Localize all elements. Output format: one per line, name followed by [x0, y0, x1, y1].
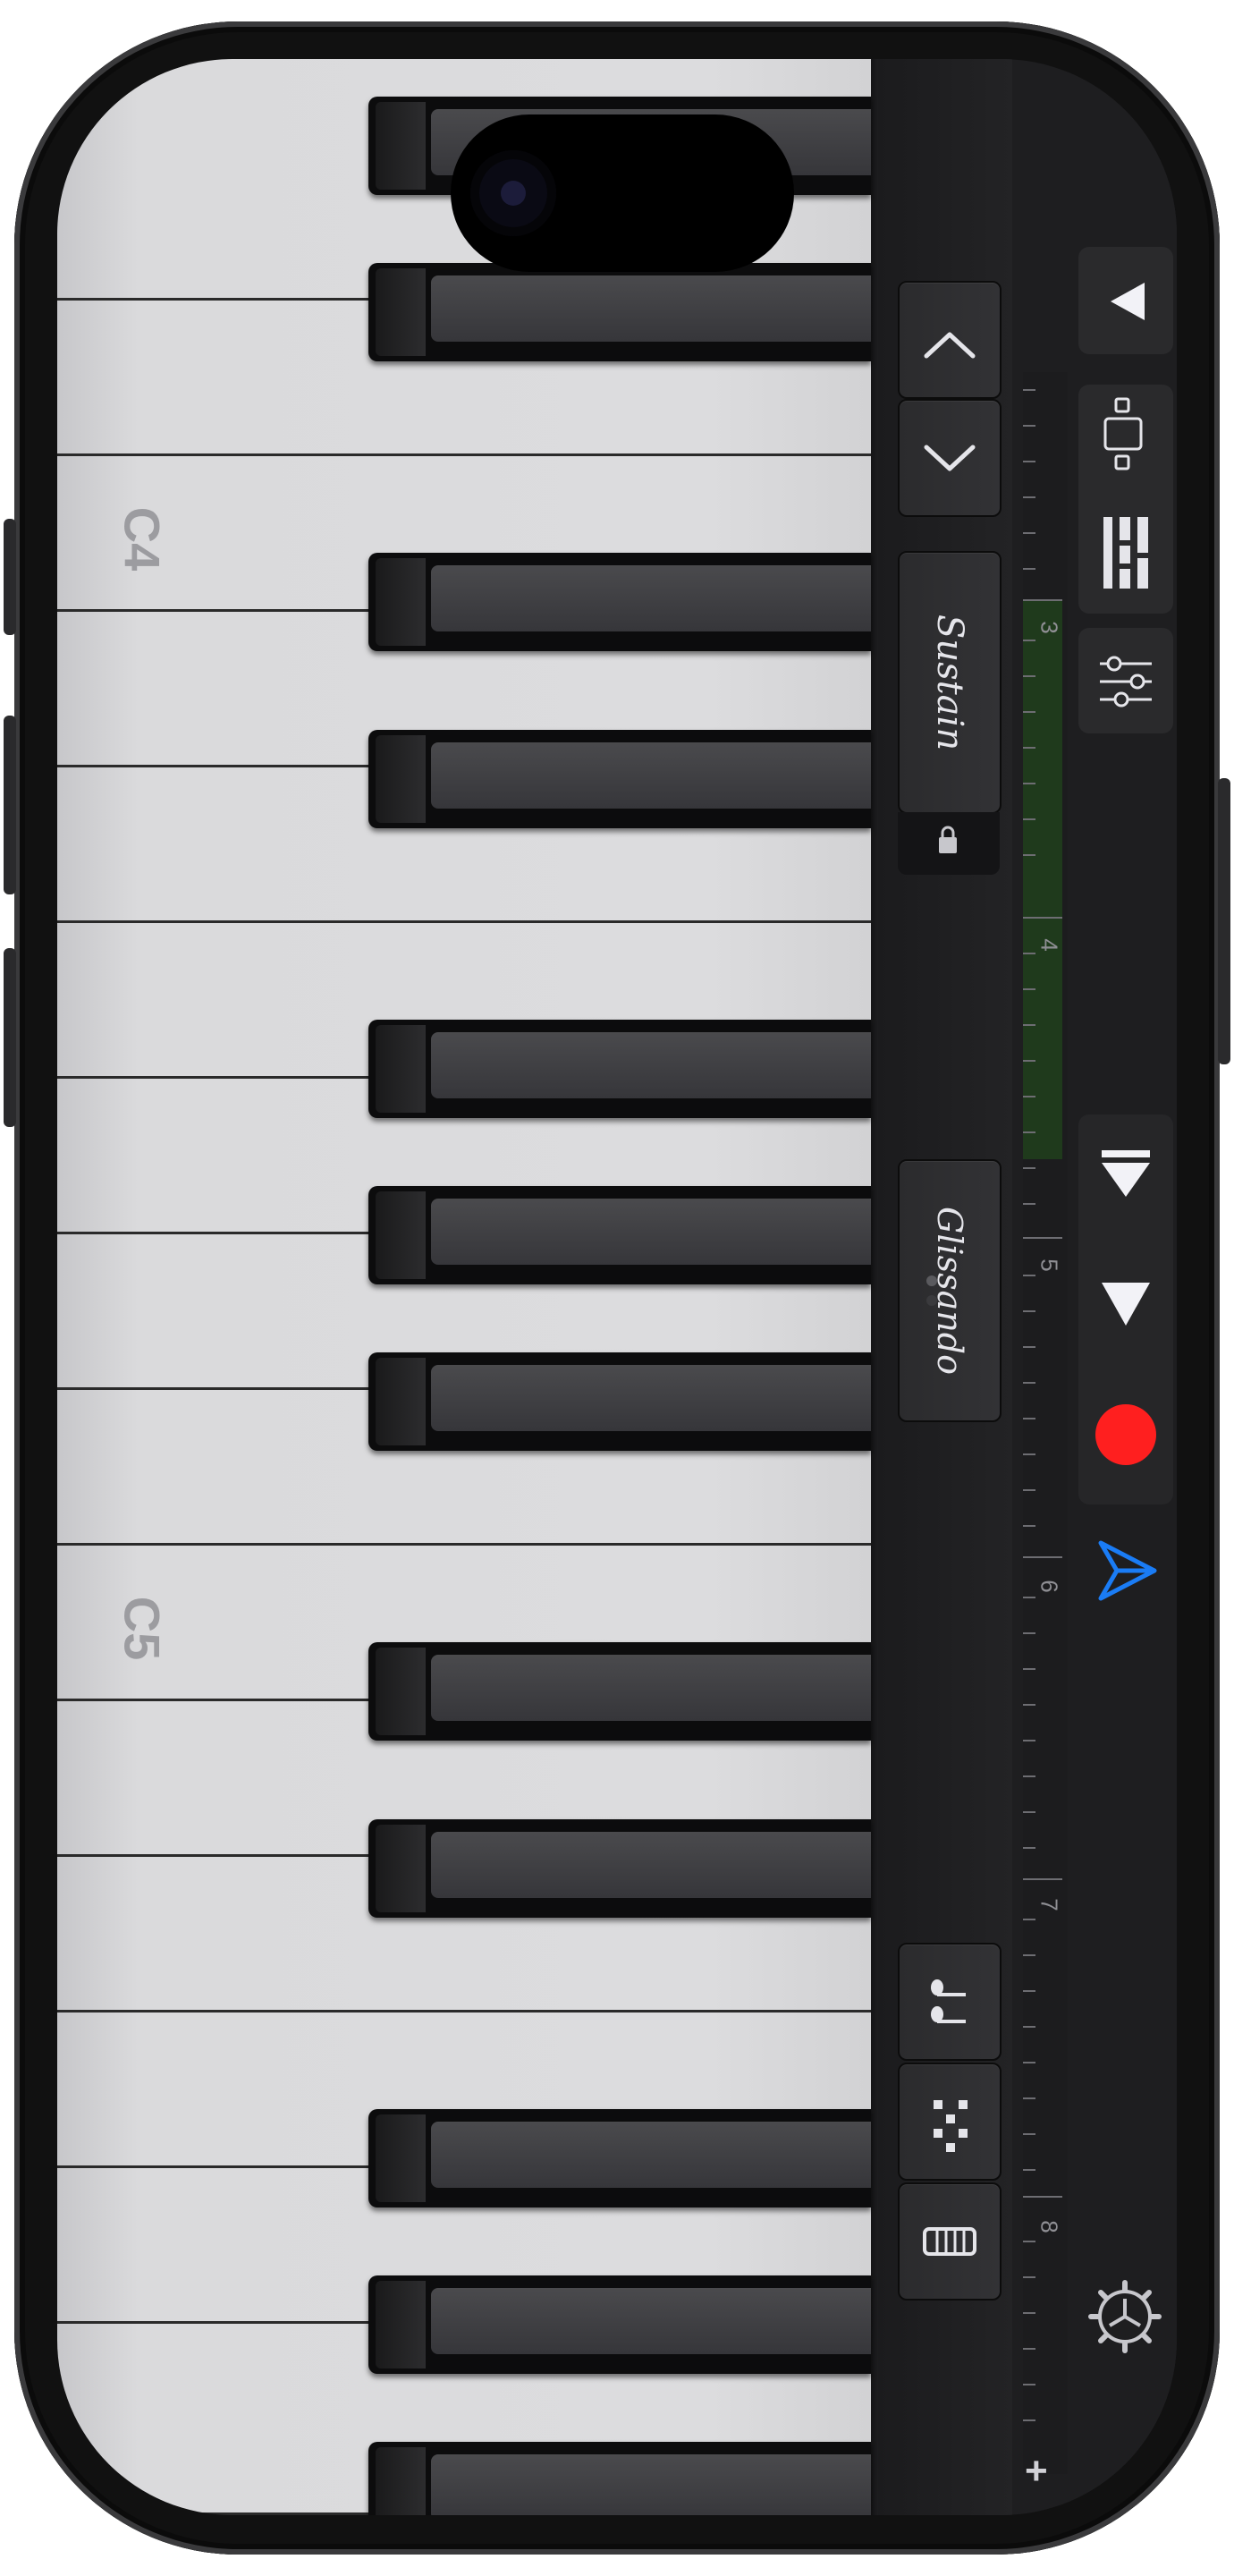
- back-triangle-icon: [1111, 283, 1145, 320]
- tracks-view-button[interactable]: [1078, 499, 1173, 610]
- record-icon: [1095, 1404, 1156, 1465]
- black-key[interactable]: [368, 263, 871, 361]
- device-frame: C4 C5 Sustain Glissando 3 4 5 6 7 8 +: [0, 0, 1234, 2576]
- browser-button[interactable]: [1078, 385, 1173, 496]
- black-key[interactable]: [368, 1020, 871, 1118]
- tracks-icon: [1103, 517, 1148, 589]
- black-key[interactable]: [368, 2275, 871, 2374]
- black-key[interactable]: [368, 1352, 871, 1451]
- black-key[interactable]: [368, 2442, 871, 2515]
- mixer-button[interactable]: [1078, 628, 1173, 733]
- black-key[interactable]: [368, 1642, 871, 1741]
- bar-number: 7: [1035, 1898, 1063, 1911]
- bar-number: 6: [1035, 1580, 1063, 1593]
- play-button[interactable]: [1078, 1241, 1173, 1367]
- black-key[interactable]: [368, 2109, 871, 2207]
- sustain-label: Sustain: [929, 614, 971, 751]
- volume-up-button: [4, 716, 16, 894]
- indicator-dot: [926, 1295, 937, 1306]
- black-key[interactable]: [368, 553, 871, 651]
- note-label-c4: C4: [114, 506, 171, 572]
- back-button[interactable]: [1078, 247, 1173, 354]
- chevron-up-icon: [924, 332, 976, 359]
- settings-button[interactable]: [1084, 2275, 1166, 2358]
- chevron-down-icon: [924, 445, 976, 471]
- camera-icon: [470, 150, 556, 236]
- ruler-ticks: [1023, 389, 1062, 2421]
- go-to-beginning-button[interactable]: [1078, 1114, 1173, 1240]
- bar-number: 5: [1035, 1258, 1063, 1272]
- lock-icon: [939, 826, 957, 853]
- glissando-label: Glissando: [930, 1207, 969, 1375]
- sustain-lock-button[interactable]: [898, 812, 1000, 875]
- play-icon: [1102, 1283, 1150, 1326]
- volume-down-button: [4, 948, 16, 1127]
- browser-icon: [1103, 397, 1143, 470]
- skip-back-icon: [1102, 1150, 1150, 1197]
- power-button: [1218, 778, 1230, 1064]
- black-key[interactable]: [368, 1186, 871, 1284]
- dots-pattern-icon: [934, 2100, 968, 2152]
- bar-number: 8: [1035, 2220, 1063, 2233]
- octave-down-button[interactable]: [898, 399, 1002, 517]
- master-track-icon: [1098, 1540, 1157, 1601]
- black-key[interactable]: [368, 730, 871, 828]
- bar-number: 4: [1035, 938, 1063, 952]
- sliders-icon: [1100, 656, 1152, 708]
- octave-up-button[interactable]: [898, 281, 1002, 399]
- record-button[interactable]: [1078, 1372, 1173, 1497]
- add-section-button[interactable]: +: [1025, 2449, 1048, 2494]
- action-button: [4, 519, 16, 635]
- indicator-dot: [926, 1275, 937, 1286]
- screen: C4 C5 Sustain Glissando 3 4 5 6 7 8 +: [57, 59, 1177, 2515]
- keyboard-icon: [923, 2227, 976, 2256]
- keyboard-layout-button[interactable]: [898, 2182, 1002, 2301]
- bar-number: 3: [1035, 621, 1063, 634]
- view-group: [1078, 385, 1173, 614]
- note-icon: [931, 1979, 966, 2023]
- black-key[interactable]: [368, 1819, 871, 1918]
- gear-icon: [1088, 2280, 1162, 2353]
- sustain-button[interactable]: Sustain: [898, 551, 1002, 814]
- note-label-c5: C5: [114, 1596, 171, 1661]
- transport-group: [1078, 1114, 1173, 1504]
- glissando-button[interactable]: Glissando: [898, 1159, 1002, 1422]
- arpeggiator-button[interactable]: [898, 1943, 1002, 2061]
- chord-strips-button[interactable]: [898, 2063, 1002, 2181]
- dynamic-island: [451, 114, 794, 272]
- smart-controls-button[interactable]: [1086, 1526, 1166, 1615]
